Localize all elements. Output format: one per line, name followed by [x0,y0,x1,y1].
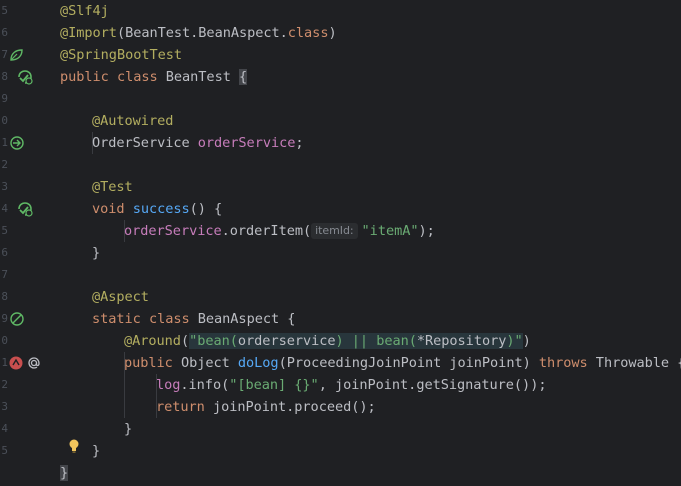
run-test-icon[interactable] [17,69,33,85]
keyword: return [156,399,205,415]
code-line: @Autowired [92,110,173,132]
line-number: 1 [1,356,8,369]
code-line: return joinPoint.proceed(); [156,396,376,418]
code-line: OrderService orderService; [92,132,304,154]
line-number: 6 [1,26,8,39]
code-line: @Around("bean(orderservice) || bean(*Rep… [124,330,531,352]
code-line: orderService.orderItem(itemId: "itemA"); [124,220,435,242]
field: orderService [124,223,222,239]
string-literal: "[bean] {}" [229,377,319,393]
code-editor[interactable]: 5 6 7 8 9 0 1 2 3 4 5 6 7 8 9 0 1 2 3 4 … [0,0,681,486]
line-number: 5 [1,224,8,237]
method-name: success [132,201,190,217]
keyword: class [116,69,158,85]
code-line: } [92,440,100,462]
code-line: void success() { [92,198,222,220]
code-line: } [124,418,132,440]
field: orderService [197,135,296,151]
line-number: 3 [1,400,8,413]
line-number: 1 [1,136,8,149]
annotation: @Slf4j [60,3,109,19]
code-line: public Object doLog(ProceedingJoinPoint … [124,352,681,374]
pointcut-expression: "bean(orderservice) || bean(*Repository)… [189,333,523,349]
code-text: (ProceedingJoinPoint joinPoint) [278,355,539,371]
field: log [156,377,181,393]
bean-leaf-icon[interactable] [8,47,24,63]
keyword: public [60,69,109,85]
code-line: static class BeanAspect { [92,308,295,330]
line-number: 2 [1,378,8,391]
line-number: 4 [1,422,8,435]
line-number: 4 [1,202,8,215]
run-test-icon[interactable] [17,201,33,217]
code-area[interactable]: @Slf4j @Import(BeanTest.BeanAspect.class… [48,0,681,486]
annotation: @Aspect [92,289,149,305]
line-number: 9 [1,92,8,105]
advice-icon[interactable] [8,355,24,371]
code-text: () { [189,201,223,217]
line-number: 2 [1,158,8,171]
line-number: 7 [1,48,8,61]
line-number: 6 [1,246,8,259]
editor-gutter: 5 6 7 8 9 0 1 2 3 4 5 6 7 8 9 0 1 2 3 4 … [0,0,48,486]
matched-brace: { [238,69,248,85]
line-number: 9 [1,312,8,325]
code-text: BeanAspect { [189,311,296,327]
keyword: void [92,201,125,217]
code-text: ) [328,25,337,41]
code-text: joinPoint.proceed(); [204,399,376,415]
code-text: Throwable { [587,355,681,371]
code-line: @Aspect [92,286,149,308]
code-line: @Import(BeanTest.BeanAspect.class) [60,22,337,44]
navigate-bean-icon[interactable] [9,135,25,151]
line-number: 7 [1,268,8,281]
code-text: ; [295,135,304,151]
line-number: 8 [1,290,8,303]
code-text: BeanTest [157,69,239,85]
code-text: ( [180,333,190,349]
code-line: @SpringBootTest [60,44,182,66]
code-text: } [92,245,101,261]
keyword: class [148,311,190,327]
code-text: OrderService [92,135,198,151]
line-number: 8 [1,70,8,83]
code-line: public class BeanTest { [60,66,247,88]
line-number: 5 [1,4,8,17]
annotation: @SpringBootTest [60,47,183,63]
code-line: @Test [92,176,133,198]
line-number: 5 [1,444,8,457]
line-number: 0 [1,114,8,127]
code-text: .orderItem( [221,223,312,239]
code-text: (BeanTest.BeanAspect. [116,25,288,41]
annotation: @Around [124,333,181,349]
parameter-hint: itemId: [311,223,358,239]
code-text: } [124,421,133,437]
matched-brace: } [60,465,69,481]
annotation: @Import [60,25,117,41]
method-name: doLog [237,355,279,371]
at-icon[interactable] [26,355,42,371]
keyword: throws [538,355,588,371]
aspect-icon[interactable] [9,311,25,327]
string-literal: "itemA" [361,223,419,239]
annotation: @Test [92,179,133,195]
code-line: } [60,462,68,484]
code-line: } [92,242,100,264]
code-text: Object [172,355,238,371]
keyword: class [287,25,329,41]
code-line: @Slf4j [60,0,109,22]
code-text: .info( [180,377,230,393]
code-text: } [92,443,101,459]
code-text: ) [522,333,531,349]
code-text: , joinPoint.getSignature()); [318,377,547,393]
annotation: @Autowired [92,113,174,129]
code-line: log.info("[bean] {}", joinPoint.getSigna… [156,374,547,396]
line-number: 0 [1,334,8,347]
code-text: ); [418,223,435,239]
line-number: 3 [1,180,8,193]
keyword: static [92,311,141,327]
keyword: public [124,355,173,371]
